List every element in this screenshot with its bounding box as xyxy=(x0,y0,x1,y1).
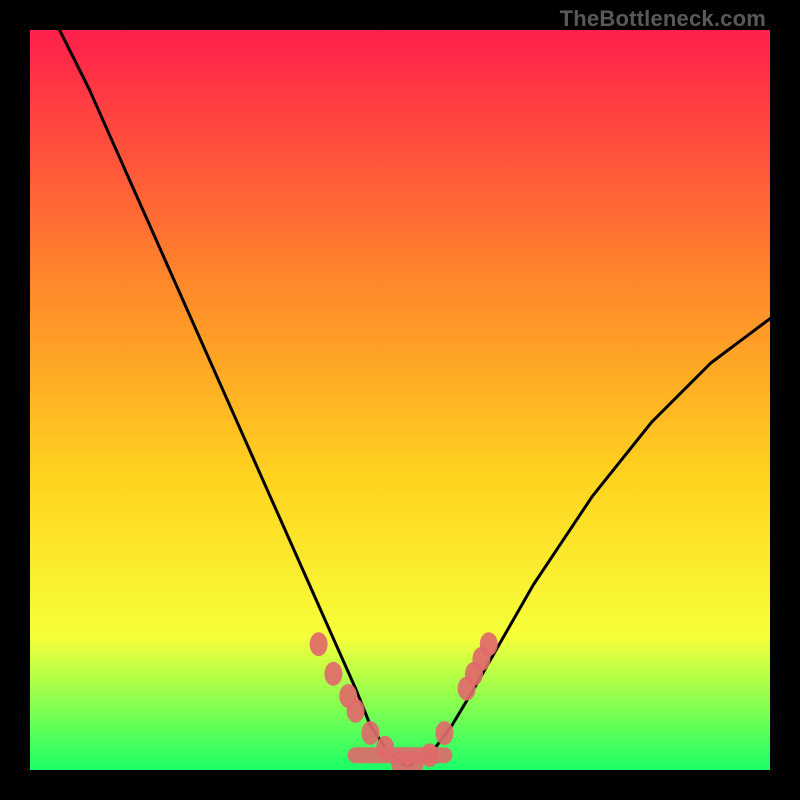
watermark-text: TheBottleneck.com xyxy=(560,6,766,32)
marker-point xyxy=(347,699,365,723)
chart-frame xyxy=(30,30,770,770)
marker-point xyxy=(376,736,394,760)
marker-point xyxy=(435,721,453,745)
marker-point xyxy=(421,743,439,767)
gradient-background xyxy=(30,30,770,770)
marker-point xyxy=(361,721,379,745)
bottleneck-chart xyxy=(30,30,770,770)
marker-point xyxy=(480,632,498,656)
marker-point xyxy=(324,662,342,686)
marker-point xyxy=(310,632,328,656)
